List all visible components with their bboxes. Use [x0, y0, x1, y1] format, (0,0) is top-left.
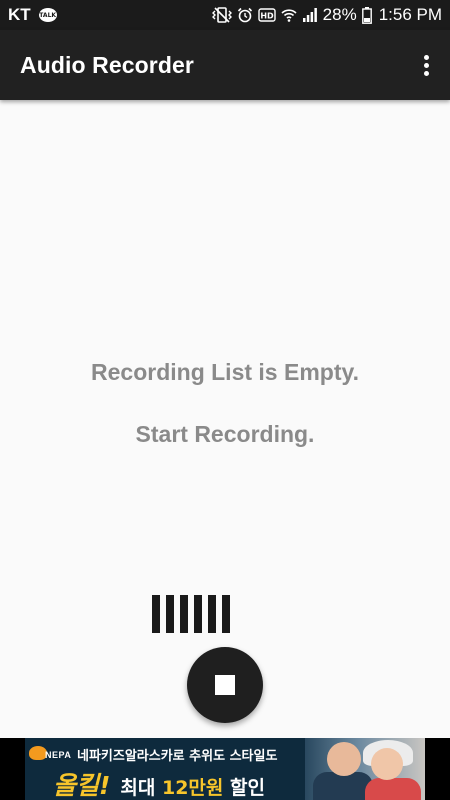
nepa-logo: NEPA: [29, 744, 71, 768]
nepa-logo-text: NEPA: [45, 750, 72, 760]
talk-badge-label: TALK: [39, 11, 57, 19]
wifi-icon: [281, 9, 297, 22]
ad-photo-figure: [327, 742, 361, 776]
clock: 1:56 PM: [378, 5, 442, 24]
ad-offer: 최대 12만원 할인: [120, 773, 265, 800]
level-bar: [180, 595, 188, 633]
status-bar: KT TALK HD 28% 1:56 PM: [0, 0, 450, 30]
ad-offer-row: 올킬! 최대 12만원 할인: [53, 766, 265, 800]
battery-icon: [361, 6, 372, 24]
ad-headline: 네파키즈알라스카로 추위도 스타일도: [77, 749, 278, 764]
ad-offer-prefix: 최대: [120, 777, 162, 799]
more-vert-icon[interactable]: [412, 45, 440, 85]
ad-big-text: 올킬!: [53, 771, 111, 800]
empty-state: Recording List is Empty. Start Recording…: [0, 355, 450, 451]
level-bar: [194, 595, 202, 633]
level-bar: [166, 595, 174, 633]
app-title: Audio Recorder: [20, 51, 194, 78]
battery-percent: 28%: [322, 5, 357, 24]
signal-icon: [302, 8, 317, 22]
ad-offer-highlight: 12만원: [161, 777, 224, 799]
vibrate-icon: [211, 7, 232, 23]
status-right: HD 28% 1:56 PM: [211, 5, 442, 25]
ad-banner[interactable]: NEPA 네파키즈알라스카로 추위도 스타일도 올킬! 최대 12만원 할인: [0, 738, 450, 800]
empty-state-message: Recording List is Empty.: [91, 359, 359, 385]
empty-state-hint: Start Recording.: [135, 421, 315, 447]
audio-level-meter: [152, 595, 230, 633]
svg-text:HD: HD: [260, 12, 274, 21]
overflow-dot: [423, 70, 429, 76]
ad-photo-figure: [365, 778, 421, 800]
stop-recording-button[interactable]: [187, 647, 263, 723]
overflow-dot: [423, 62, 429, 68]
level-bar: [222, 595, 230, 633]
status-left: KT TALK: [8, 5, 57, 25]
overflow-dot: [423, 54, 429, 60]
level-bar: [208, 595, 216, 633]
talk-icon: TALK: [38, 8, 57, 22]
level-bar: [152, 595, 160, 633]
alarm-icon: [237, 7, 252, 23]
carrier-label: KT: [8, 5, 31, 24]
ad-photo-figure: [313, 772, 373, 800]
app-bar: Audio Recorder: [0, 30, 450, 100]
ad-photo-figure: [371, 748, 403, 780]
ad-content[interactable]: NEPA 네파키즈알라스카로 추위도 스타일도 올킬! 최대 12만원 할인: [25, 738, 425, 800]
stop-icon: [215, 675, 235, 695]
hd-icon: HD: [257, 8, 276, 22]
ad-offer-suffix: 할인: [223, 777, 265, 799]
ad-photo: [305, 738, 425, 800]
